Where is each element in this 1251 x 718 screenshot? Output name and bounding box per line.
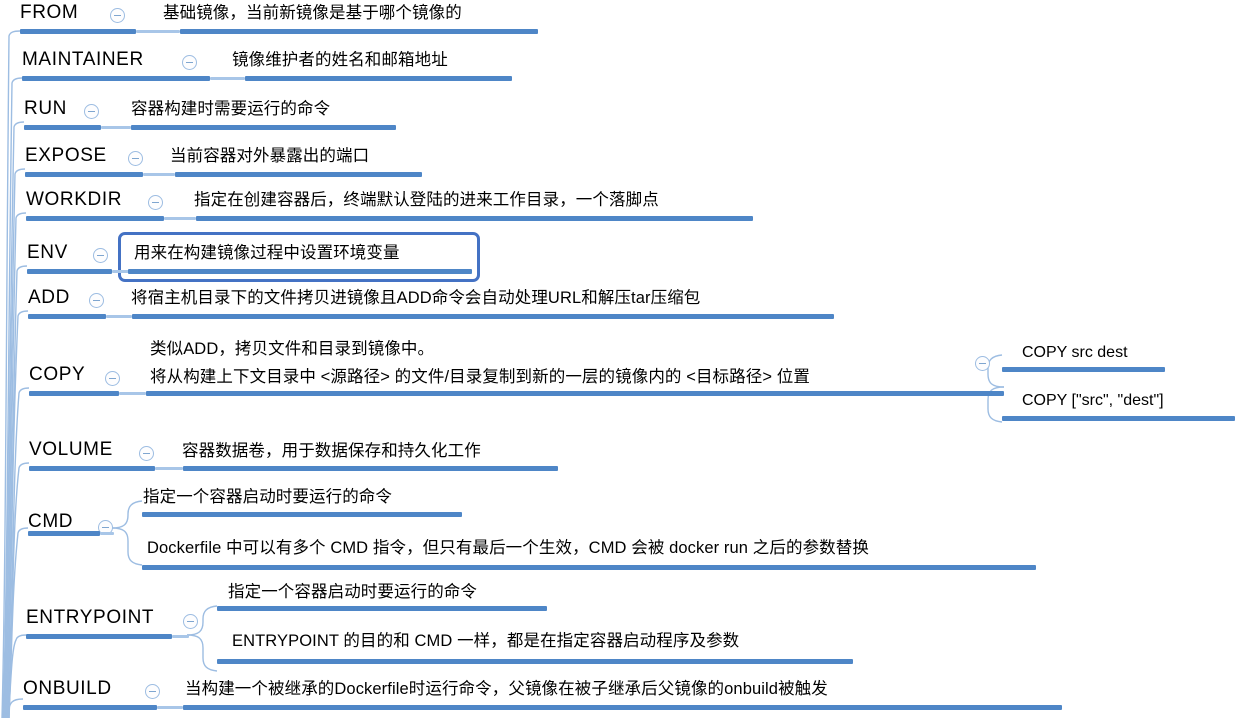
node-connector-add (106, 315, 132, 318)
node-connector-run (101, 126, 131, 129)
node-connector-cmd (100, 532, 114, 535)
node-desc-underline-workdir (196, 216, 753, 221)
node-sub-copy-form-2[interactable]: COPY ["src", "dest"] (1022, 392, 1164, 410)
node-label-volume[interactable]: VOLUME (29, 440, 113, 460)
node-desc-workdir[interactable]: 指定在创建容器后，终端默认登陆的进来工作目录，一个落脚点 (194, 191, 659, 209)
node-underline-add (28, 314, 106, 319)
node-underline-onbuild (23, 705, 157, 710)
node-underline-cmd (28, 531, 100, 536)
node-sub-underline-copy-form-2 (1002, 416, 1235, 421)
node-sub-underline-cmd-1 (142, 512, 462, 517)
node-desc-underline-from (180, 29, 538, 34)
collapse-minus-icon[interactable] (148, 195, 163, 210)
node-underline-env (27, 269, 112, 274)
node-sub-underline-cmd-2 (142, 565, 1036, 570)
node-connector-expose (143, 173, 175, 176)
node-sub-underline-entrypoint-2 (217, 659, 853, 664)
node-desc-underline-onbuild (183, 705, 1062, 710)
collapse-minus-icon[interactable] (183, 614, 198, 629)
node-label-env[interactable]: ENV (27, 243, 68, 263)
collapse-minus-icon[interactable] (139, 446, 154, 461)
collapse-minus-icon[interactable] (105, 371, 120, 386)
node-desc-copy-line1[interactable]: 类似ADD，拷贝文件和目录到镜像中。 (150, 340, 434, 358)
node-desc-underline-env (128, 269, 472, 274)
node-desc-run[interactable]: 容器构建时需要运行的命令 (131, 100, 330, 118)
collapse-minus-icon[interactable] (145, 684, 160, 699)
node-connector-onbuild (157, 706, 183, 709)
node-underline-copy (29, 391, 119, 396)
node-underline-maintainer (22, 76, 210, 81)
node-connector-volume (155, 467, 183, 470)
collapse-minus-icon[interactable] (128, 151, 143, 166)
node-label-maintainer[interactable]: MAINTAINER (22, 50, 144, 70)
node-desc-underline-run (131, 125, 396, 130)
node-desc-underline-volume (183, 466, 558, 471)
node-connector-workdir (164, 217, 196, 220)
node-connector-maintainer (210, 77, 245, 80)
node-desc-volume[interactable]: 容器数据卷，用于数据保存和持久化工作 (182, 442, 481, 460)
node-connector-entrypoint (172, 635, 189, 638)
mindmap-canvas: FROM 基础镜像，当前新镜像是基于哪个镜像的 MAINTAINER 镜像维护者… (0, 0, 1251, 718)
node-desc-underline-maintainer (245, 76, 512, 81)
node-desc-expose[interactable]: 当前容器对外暴露出的端口 (170, 147, 369, 165)
node-desc-underline-expose (175, 172, 422, 177)
node-underline-expose (25, 172, 143, 177)
collapse-minus-icon[interactable] (110, 8, 125, 23)
node-sub-copy-form-1[interactable]: COPY src dest (1022, 344, 1128, 362)
node-label-workdir[interactable]: WORKDIR (26, 190, 122, 210)
node-sub-underline-entrypoint-1 (217, 606, 547, 611)
copy-subtree-wire (987, 354, 1005, 423)
node-connector-copy (119, 392, 146, 395)
collapse-minus-icon[interactable] (93, 248, 108, 263)
node-label-run[interactable]: RUN (24, 99, 67, 119)
node-desc-maintainer[interactable]: 镜像维护者的姓名和邮箱地址 (232, 51, 448, 69)
node-sub-cmd-1[interactable]: 指定一个容器启动时要运行的命令 (143, 488, 392, 506)
node-label-entrypoint[interactable]: ENTRYPOINT (26, 608, 154, 628)
node-desc-underline-add (132, 314, 834, 319)
node-connector-from (136, 30, 180, 33)
collapse-minus-icon[interactable] (89, 293, 104, 308)
node-label-from[interactable]: FROM (20, 3, 78, 23)
node-sub-entrypoint-2[interactable]: ENTRYPOINT 的目的和 CMD 一样，都是在指定容器启动程序及参数 (232, 632, 739, 650)
node-desc-copy-line2[interactable]: 将从构建上下文目录中 <源路径> 的文件/目录复制到新的一层的镜像内的 <目标路… (150, 368, 810, 386)
node-label-expose[interactable]: EXPOSE (25, 146, 107, 166)
node-desc-env[interactable]: 用来在构建镜像过程中设置环境变量 (134, 244, 400, 262)
collapse-minus-icon[interactable] (975, 356, 990, 371)
node-desc-onbuild[interactable]: 当构建一个被继承的Dockerfile时运行命令，父镜像在被子继承后父镜像的on… (185, 680, 828, 698)
node-underline-workdir (26, 216, 164, 221)
node-underline-entrypoint (26, 634, 172, 639)
node-sub-underline-copy-form-1 (1002, 367, 1165, 372)
node-desc-underline-copy (146, 391, 1004, 396)
node-label-add[interactable]: ADD (28, 288, 70, 308)
node-sub-cmd-2[interactable]: Dockerfile 中可以有多个 CMD 指令，但只有最后一个生效，CMD 会… (147, 539, 869, 557)
collapse-minus-icon[interactable] (84, 104, 99, 119)
node-desc-from[interactable]: 基础镜像，当前新镜像是基于哪个镜像的 (163, 4, 462, 22)
node-desc-add[interactable]: 将宿主机目录下的文件拷贝进镜像且ADD命令会自动处理URL和解压tar压缩包 (131, 289, 700, 307)
node-underline-from (20, 29, 136, 34)
node-label-cmd[interactable]: CMD (28, 512, 73, 532)
node-underline-volume (29, 466, 155, 471)
collapse-minus-icon[interactable] (182, 55, 197, 70)
node-underline-run (24, 125, 101, 130)
node-label-copy[interactable]: COPY (29, 365, 85, 385)
node-label-onbuild[interactable]: ONBUILD (23, 679, 112, 699)
cmd-subtree-wire (111, 500, 143, 566)
node-sub-entrypoint-1[interactable]: 指定一个容器启动时要运行的命令 (228, 583, 477, 601)
